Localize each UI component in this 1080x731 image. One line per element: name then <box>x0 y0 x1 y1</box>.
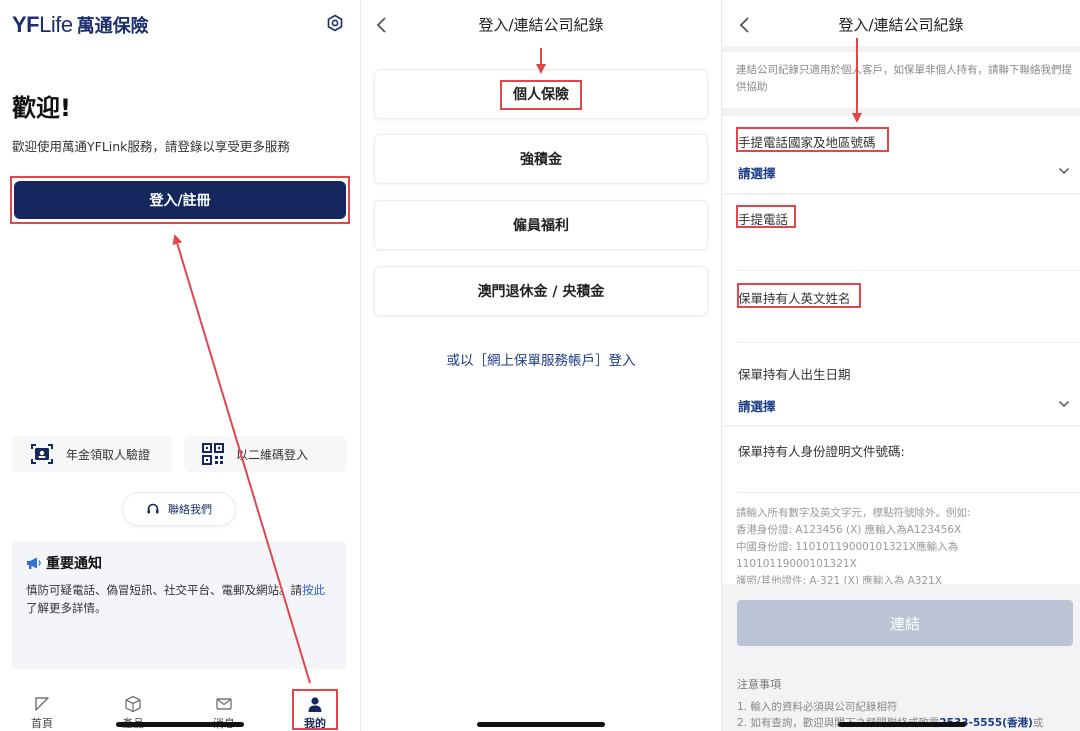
home-indicator <box>477 722 605 727</box>
personal-insurance-highlight <box>500 80 582 110</box>
page-title: 登入/連結公司紀錄 <box>478 16 604 34</box>
link-records-form-panel: 登入/連結公司紀錄 連結公司紀錄只適用於個人客戶，如保單非個人持有，請聯下聯絡我… <box>722 0 1080 731</box>
macau-pension-option[interactable]: 澳門退休金 / 央積金 <box>374 266 708 316</box>
page-title: 登入/連結公司紀錄 <box>838 16 964 34</box>
login-button-highlight <box>10 176 350 224</box>
logo-brand-latin-a: YF <box>12 12 40 37</box>
hint-line: 請輸入所有數字及英文字元，標點符號除外。例如: <box>736 507 971 519</box>
employee-benefits-option[interactable]: 僱員福利 <box>374 200 708 250</box>
holder-name-input-line[interactable] <box>738 342 1080 343</box>
notice-body-tail: 了解更多詳情。 <box>26 601 107 615</box>
home-indicator <box>838 722 966 727</box>
box-icon <box>125 695 141 713</box>
employee-benefits-label: 僱員福利 <box>513 218 569 234</box>
settings-hexagon-icon[interactable] <box>326 14 344 32</box>
holder-name-highlight <box>737 283 861 308</box>
home-icon <box>35 697 49 711</box>
qr-code-icon <box>202 443 224 465</box>
important-notice-card: 重要通知 慎防可疑電話、偽冒短訊、社交平台、電郵及網站。請按此了解更多詳情。 <box>12 541 346 669</box>
headset-icon <box>147 503 159 514</box>
header-divider <box>722 46 1080 52</box>
tab-home[interactable]: 首頁 <box>12 688 72 731</box>
mobile-input-line[interactable] <box>738 270 1080 271</box>
tab-home-label: 首頁 <box>31 717 53 730</box>
notes-item-1: 1. 輸入的資料必須與公司紀錄相符 <box>737 701 898 713</box>
qr-login-button[interactable]: 以二維碼登入 <box>184 436 347 472</box>
chevron-down-icon[interactable] <box>1058 400 1070 408</box>
dob-select[interactable]: 請選擇 <box>738 396 776 415</box>
online-account-login-link[interactable]: 或以［網上保單服務帳戶］登入 <box>361 349 721 369</box>
logo-brand-latin-b: Life <box>39 12 73 37</box>
qr-login-label: 以二維碼登入 <box>236 447 309 462</box>
welcome-subtitle: 歡迎使用萬通YFLink服務，請登錄以享受更多服務 <box>12 139 290 154</box>
phone-region-select[interactable]: 請選擇 <box>738 163 776 182</box>
home-indicator <box>116 722 244 727</box>
dob-label: 保單持有人出生日期 <box>738 367 851 382</box>
notice-body-text: 慎防可疑電話、偽冒短訊、社交平台、電郵及網站。請 <box>26 583 302 597</box>
contact-us-button[interactable]: 聯絡我們 <box>122 492 236 526</box>
chevron-down-icon[interactable] <box>1058 167 1070 175</box>
holder-id-input-line[interactable] <box>738 492 1080 493</box>
megaphone-icon <box>27 557 41 569</box>
link-button[interactable]: 連結 <box>737 600 1073 646</box>
welcome-title: 歡迎! <box>12 94 71 122</box>
notes-title: 注意事項 <box>737 678 781 691</box>
section-divider <box>722 193 1080 195</box>
hint-line: 香港身份證: A123456 (X) 應輸入為A123456X <box>736 524 962 536</box>
contact-us-label: 聯絡我們 <box>168 503 212 516</box>
mpf-label: 強積金 <box>520 152 562 168</box>
mail-icon <box>216 698 232 710</box>
section-divider <box>722 425 1080 427</box>
notice-body: 慎防可疑電話、偽冒短訊、社交平台、電郵及網站。請按此了解更多詳情。 <box>26 581 332 617</box>
notice-title-row: 重要通知 <box>26 553 332 573</box>
yflife-logo: YFLife 萬通保險 <box>12 12 149 38</box>
notice-title: 重要通知 <box>46 556 102 572</box>
tab-me-highlight <box>292 689 338 730</box>
annuitant-verification-label: 年金領取人驗證 <box>66 447 151 462</box>
macau-pension-label: 澳門退休金 / 央積金 <box>477 284 605 300</box>
home-profile-panel: YFLife 萬通保險 歡迎! 歡迎使用萬通YFLink服務，請登錄以享受更多服務… <box>0 0 360 731</box>
holder-id-label: 保單持有人身份證明文件號碼: <box>738 444 905 459</box>
annuitant-verification-button[interactable]: 年金領取人驗證 <box>12 436 172 472</box>
phone-region-highlight <box>736 127 889 152</box>
logo-brand-chinese: 萬通保險 <box>76 16 149 36</box>
section-divider <box>722 108 1080 116</box>
notice-details-link[interactable]: 按此 <box>302 583 325 597</box>
intro-text: 連結公司紀錄只適用於個人客戶，如保單非個人持有，請聯下聯絡我們提供協助 <box>736 64 1072 93</box>
mpf-option[interactable]: 強積金 <box>374 134 708 184</box>
notes-item-2-tail: 或 <box>1032 717 1044 729</box>
id-card-icon <box>31 444 53 464</box>
login-type-panel: 登入/連結公司紀錄 個人保險 強積金 僱員福利 澳門退休金 / 央積金 或以［網… <box>361 0 721 731</box>
mobile-label-highlight <box>736 205 796 228</box>
id-format-hint: 請輸入所有數字及英文字元，標點符號除外。例如: 香港身份證: A123456 (… <box>736 505 1076 590</box>
hint-line: 中國身份證: 11010119000101321X應輸入為11010119000… <box>736 541 959 570</box>
